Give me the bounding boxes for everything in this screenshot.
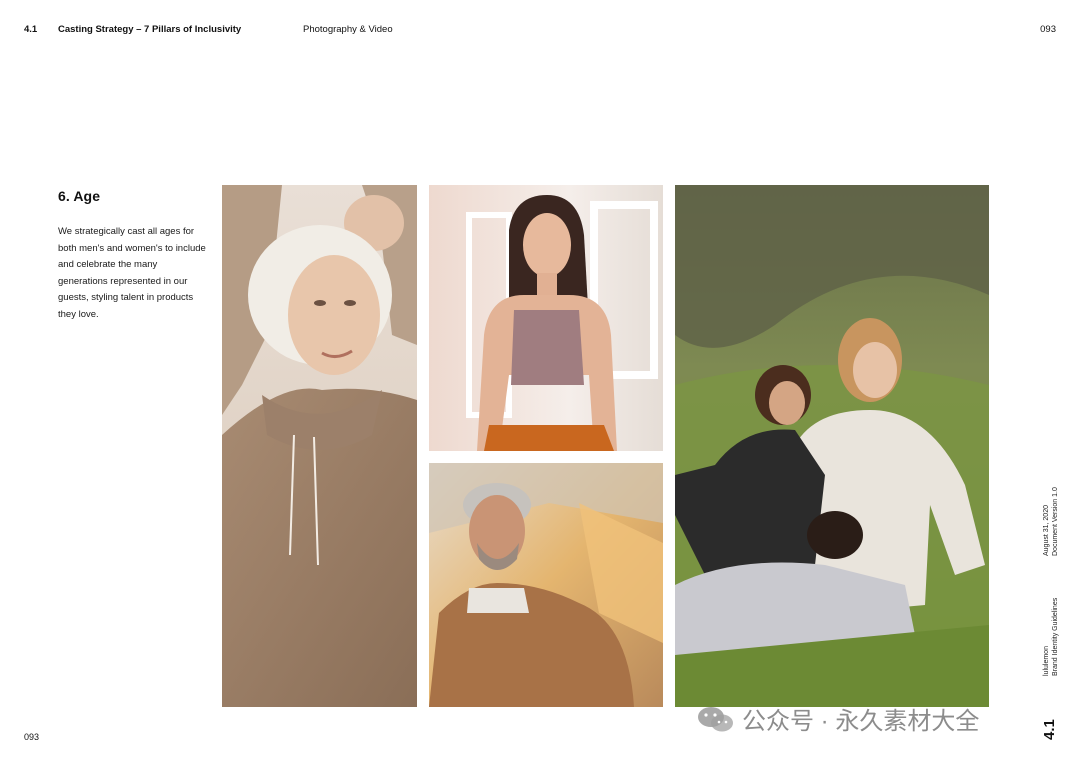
page-number-top: 093 — [1040, 24, 1056, 35]
category-label: Photography & Video — [303, 24, 393, 35]
document-version: Document Version 1.0 — [1052, 487, 1059, 556]
section-heading: 6. Age — [58, 188, 101, 204]
guidelines-title: Brand Identity Guidelines — [1052, 597, 1059, 676]
brand-name: lululemon — [1043, 646, 1050, 676]
photo-three-women-hillside — [675, 185, 989, 707]
document-date-version: August 31, 2020 Document Version 1.0 — [1042, 487, 1060, 556]
section-tag: 4.1 — [1041, 719, 1058, 740]
section-body: We strategically cast all ages for both … — [58, 226, 206, 320]
page-title: Casting Strategy – 7 Pillars of Inclusiv… — [58, 24, 242, 35]
watermark: 公众号 · 永久素材大全 — [696, 701, 979, 736]
document-date: August 31, 2020 — [1043, 505, 1050, 556]
photo-older-woman — [222, 185, 417, 707]
wechat-icon — [696, 704, 736, 734]
section-number: 4.1 — [24, 24, 38, 35]
watermark-text: 公众号 · 永久素材大全 — [742, 708, 980, 735]
page-number-bottom: 093 — [24, 732, 40, 742]
photo-older-man — [429, 463, 663, 707]
brand-guidelines-label: lululemon Brand Identity Guidelines — [1042, 598, 1060, 676]
photo-young-woman — [429, 185, 663, 451]
